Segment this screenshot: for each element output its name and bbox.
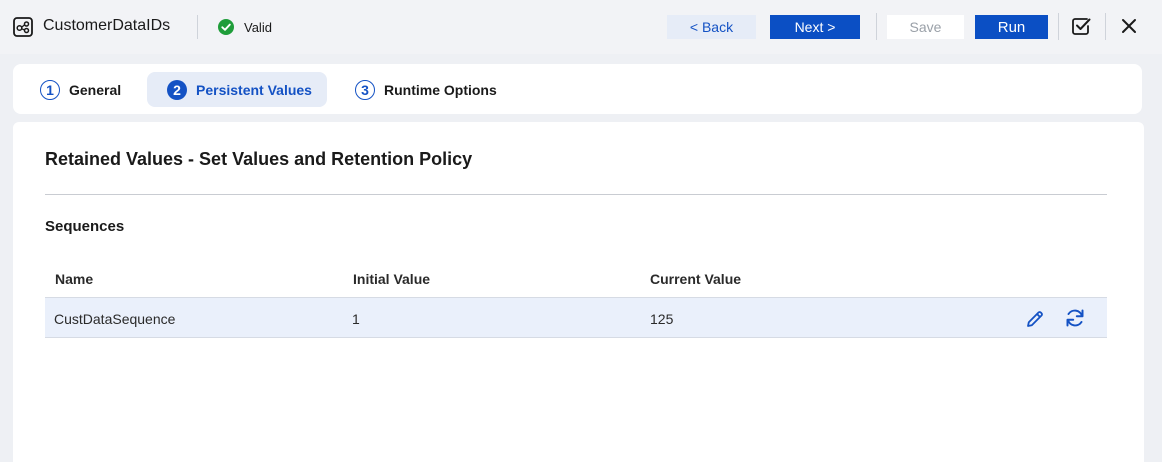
step-number: 2 [167, 79, 187, 100]
divider [1058, 13, 1059, 40]
tab-runtime-options[interactable]: 3 Runtime Options [355, 72, 497, 107]
content-panel: Retained Values - Set Values and Retenti… [13, 122, 1144, 462]
save-button[interactable]: Save [887, 15, 964, 39]
tab-persistent-values[interactable]: 2 Persistent Values [147, 72, 327, 107]
divider [876, 13, 877, 40]
column-header-name[interactable]: Name [55, 271, 93, 287]
table-row[interactable]: CustDataSequence 1 125 [45, 297, 1107, 338]
top-toolbar: CustomerDataIDs Valid < Back Next > Save… [0, 0, 1162, 54]
step-number: 3 [355, 79, 375, 100]
check-circle-icon [218, 19, 234, 35]
next-button[interactable]: Next > [770, 15, 860, 39]
step-number: 1 [40, 79, 60, 100]
refresh-icon[interactable] [1064, 307, 1086, 329]
section-title: Retained Values - Set Values and Retenti… [45, 149, 473, 169]
sequences-heading: Sequences [45, 218, 125, 235]
tab-general[interactable]: 1 General [40, 72, 121, 107]
checkbox-check-icon[interactable] [1071, 16, 1091, 36]
tab-label: Persistent Values [196, 81, 312, 98]
column-header-initial-value[interactable]: Initial Value [353, 271, 430, 287]
column-header-current-value[interactable]: Current Value [650, 271, 741, 287]
back-button[interactable]: < Back [667, 15, 756, 39]
cell-name: CustDataSequence [54, 311, 176, 327]
wizard-tabs: 1 General 2 Persistent Values 3 Runtime … [13, 64, 1142, 114]
cell-current-value: 125 [650, 311, 674, 327]
status-label: Valid [244, 20, 272, 35]
close-icon[interactable] [1121, 18, 1137, 34]
tab-label: Runtime Options [384, 81, 497, 98]
cell-initial-value: 1 [352, 311, 360, 327]
run-button[interactable]: Run [975, 15, 1048, 39]
divider [45, 194, 1107, 195]
tab-label: General [69, 81, 122, 98]
pencil-icon[interactable] [1025, 309, 1045, 329]
divider [1105, 13, 1106, 40]
page-title: CustomerDataIDs [43, 17, 171, 34]
workflow-icon [13, 17, 33, 37]
divider [197, 15, 198, 39]
